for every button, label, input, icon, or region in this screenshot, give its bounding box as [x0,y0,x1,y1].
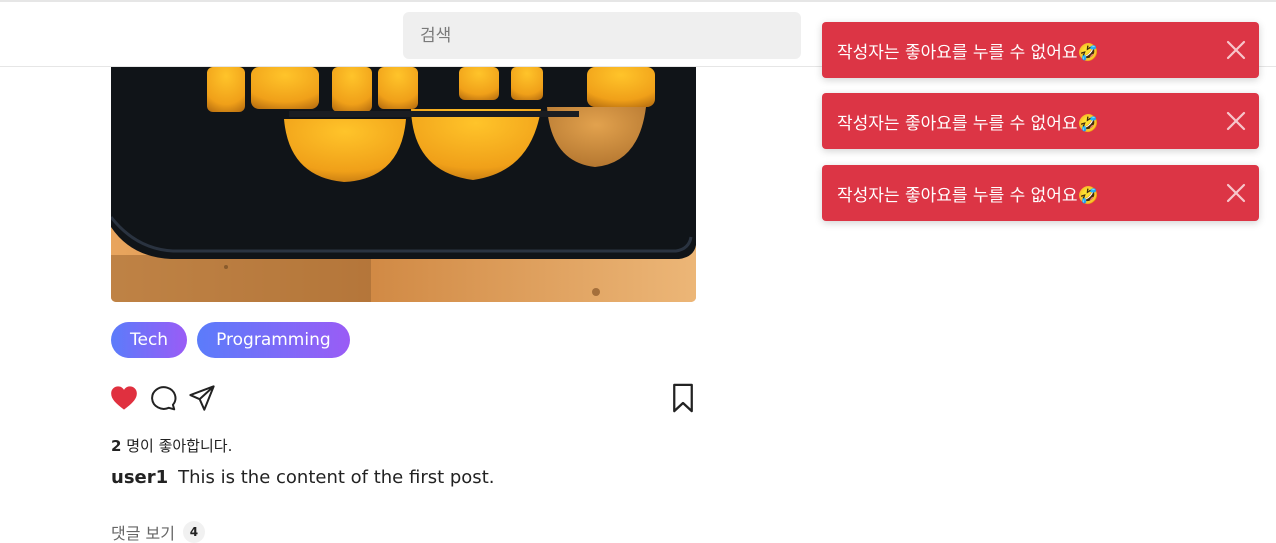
toast-message: 작성자는 좋아요를 누를 수 없어요🤣 [837,185,1099,206]
share-button[interactable] [187,383,217,413]
post-actions [111,383,696,415]
like-button[interactable] [109,383,139,413]
comment-button[interactable] [148,383,178,413]
toast-notification: 작성자는 좋아요를 누를 수 없어요🤣 [822,22,1259,78]
close-icon[interactable] [1225,182,1247,204]
comment-icon [151,386,177,411]
toast-notification: 작성자는 좋아요를 누를 수 없어요🤣 [822,165,1259,221]
comment-count-badge: 4 [182,521,205,543]
like-count: 2 명이 좋아합니다. [111,435,232,456]
search-input[interactable] [403,12,801,59]
tag-tech[interactable]: Tech [111,322,188,358]
close-icon[interactable] [1225,39,1247,61]
view-comments-label: 댓글 보기 [111,524,175,543]
post-caption: user1 This is the content of the first po… [111,467,494,488]
author-username[interactable]: user1 [111,467,168,488]
post-image [111,67,696,302]
tag-list: Tech Programming [111,322,350,358]
toast-message: 작성자는 좋아요를 누를 수 없어요🤣 [837,42,1099,63]
like-count-text: 명이 좋아합니다. [121,437,233,455]
like-count-number: 2 [111,437,122,455]
send-icon [189,385,215,411]
bookmark-icon [673,383,693,413]
heart-icon [111,386,137,410]
bookmark-button[interactable] [668,383,698,413]
toast-message: 작성자는 좋아요를 누를 수 없어요🤣 [837,113,1099,134]
close-icon[interactable] [1225,110,1247,132]
toast-notification: 작성자는 좋아요를 누를 수 없어요🤣 [822,93,1259,149]
tag-programming[interactable]: Programming [197,322,350,358]
view-comments-link[interactable]: 댓글 보기 4 [111,520,205,543]
post-content: This is the content of the first post. [178,467,495,488]
